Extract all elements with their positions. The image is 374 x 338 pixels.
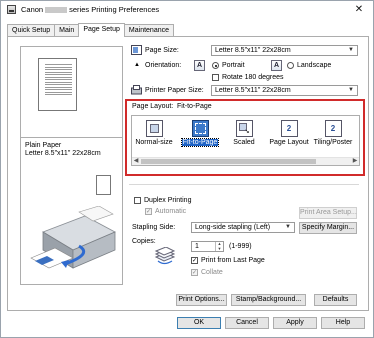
window-title: Canon series Printing Preferences <box>21 5 159 14</box>
help-button[interactable]: Help <box>321 317 365 329</box>
copies-range: (1-999) <box>229 243 252 250</box>
section-divider <box>129 184 359 185</box>
duplex-checkbox[interactable] <box>134 197 141 204</box>
page-thumbnail <box>38 58 77 111</box>
chevron-down-icon: ▼ <box>285 224 291 230</box>
title-prefix: Canon <box>21 5 44 14</box>
printer-paper-size-value: Letter 8.5"x11" 22x28cm <box>215 87 291 94</box>
orientation-bullet-icon: ▲ <box>134 62 140 68</box>
print-from-last-page-checkbox[interactable]: ✓ <box>191 257 198 264</box>
portrait-label[interactable]: Portrait <box>222 62 245 69</box>
stapling-side-label: Stapling Side: <box>132 224 176 231</box>
page-size-label: Page Size: <box>145 47 179 54</box>
stamp-background-button[interactable]: Stamp/Background... <box>231 294 306 306</box>
specify-margin-button[interactable]: Specify Margin... <box>299 222 357 234</box>
automatic-label[interactable]: Automatic <box>155 208 186 215</box>
page-size-value: Letter 8.5"x11" 22x28cm <box>215 47 291 54</box>
scaled-icon: ↘ <box>235 120 253 137</box>
copies-spinbox[interactable]: 1 ▲ ▼ <box>191 241 224 252</box>
chevron-down-icon: ▼ <box>348 47 354 53</box>
landscape-radio[interactable] <box>287 62 294 69</box>
ok-button[interactable]: OK <box>177 317 221 329</box>
close-button[interactable]: ✕ <box>351 3 367 16</box>
chevron-down-icon: ▼ <box>348 87 354 93</box>
layout-option-label: Fit-to-Page <box>180 138 220 147</box>
scroll-right-icon[interactable]: ▶ <box>351 158 359 165</box>
scrollbar-thumb[interactable] <box>141 159 316 164</box>
portrait-radio[interactable] <box>212 62 219 69</box>
printer-illustration-icon <box>30 206 116 269</box>
page-text-lines <box>45 64 72 97</box>
layout-option-scaled[interactable]: ↘ Scaled <box>222 120 266 146</box>
apply-button[interactable]: Apply <box>273 317 317 329</box>
cancel-button[interactable]: Cancel <box>225 317 269 329</box>
automatic-checkbox[interactable]: ✓ <box>145 208 152 215</box>
collate-checkbox[interactable]: ✓ <box>191 269 198 276</box>
page-size-icon <box>131 45 142 55</box>
normal-size-icon <box>145 120 163 137</box>
media-info: Plain Paper Letter 8.5"x11" 22x28cm <box>25 142 101 158</box>
scroll-left-icon[interactable]: ◀ <box>132 158 140 165</box>
landscape-icon: A <box>271 60 282 71</box>
page-layout-icon: 2 <box>280 120 298 137</box>
printing-preferences-window: Canon series Printing Preferences ✕ Quick… <box>0 0 374 338</box>
layout-option-label: Page Layout <box>269 139 309 146</box>
layout-option-label: Normal-size <box>135 139 173 146</box>
copies-value[interactable]: 1 <box>195 243 199 250</box>
printer-paper-size-select[interactable]: Letter 8.5"x11" 22x28cm ▼ <box>211 85 358 96</box>
close-icon[interactable]: ✕ <box>355 4 363 15</box>
rotate-checkbox[interactable] <box>212 74 219 81</box>
copies-stack-icon <box>154 247 176 265</box>
layout-option-fit-to-page[interactable]: Fit-to-Page <box>178 120 222 147</box>
tiling-poster-icon: 2 <box>324 120 342 137</box>
page-layout-label: Page Layout: <box>132 103 174 110</box>
page-layout-current: Fit-to-Page <box>177 103 212 110</box>
layout-option-label: Tiling/Poster <box>313 139 353 146</box>
media-type: Plain Paper <box>25 142 62 149</box>
portrait-icon: A <box>194 60 205 71</box>
printer-app-icon <box>7 5 16 14</box>
print-from-last-page-label[interactable]: Print from Last Page <box>201 257 265 264</box>
page-layout-scrollbar[interactable]: ◀ ▶ <box>132 157 359 165</box>
stapling-side-select[interactable]: Long-side stapling (Left) ▼ <box>191 222 295 233</box>
tab-strip: Quick Setup Main Page Setup Maintenance <box>7 23 175 37</box>
stapling-side-value: Long-side stapling (Left) <box>195 224 271 231</box>
layout-option-page-layout[interactable]: 2 Page Layout <box>267 120 311 146</box>
spin-down-icon[interactable]: ▼ <box>215 246 223 251</box>
defaults-button[interactable]: Defaults <box>314 294 357 306</box>
layout-option-normal-size[interactable]: Normal-size <box>132 120 176 146</box>
rotate-label[interactable]: Rotate 180 degrees <box>222 74 284 81</box>
layout-option-tiling-poster[interactable]: 2 Tiling/Poster <box>311 120 355 146</box>
model-name-redacted <box>45 7 68 14</box>
print-area-setup-button[interactable]: Print Area Setup... <box>299 207 357 219</box>
tab-page-setup[interactable]: Page Setup <box>78 23 125 37</box>
title-bar: Canon series Printing Preferences ✕ <box>1 1 373 19</box>
printer-paper-size-icon <box>131 85 142 95</box>
landscape-label[interactable]: Landscape <box>297 62 331 69</box>
duplex-label[interactable]: Duplex Printing <box>144 197 191 204</box>
fit-to-page-icon <box>191 120 209 137</box>
printer-paper-size-label: Printer Paper Size: <box>145 87 204 94</box>
paper-orientation-thumbnail <box>96 175 111 195</box>
layout-option-label: Scaled <box>233 139 255 146</box>
orientation-label: Orientation: <box>145 62 182 69</box>
collate-label[interactable]: Collate <box>201 269 223 276</box>
copies-label: Copies: <box>132 238 156 245</box>
print-options-button[interactable]: Print Options... <box>176 294 227 306</box>
title-suffix: series Printing Preferences <box>69 5 160 14</box>
page-size-select[interactable]: Letter 8.5"x11" 22x28cm ▼ <box>211 45 358 56</box>
media-size: Letter 8.5"x11" 22x28cm <box>25 150 101 157</box>
